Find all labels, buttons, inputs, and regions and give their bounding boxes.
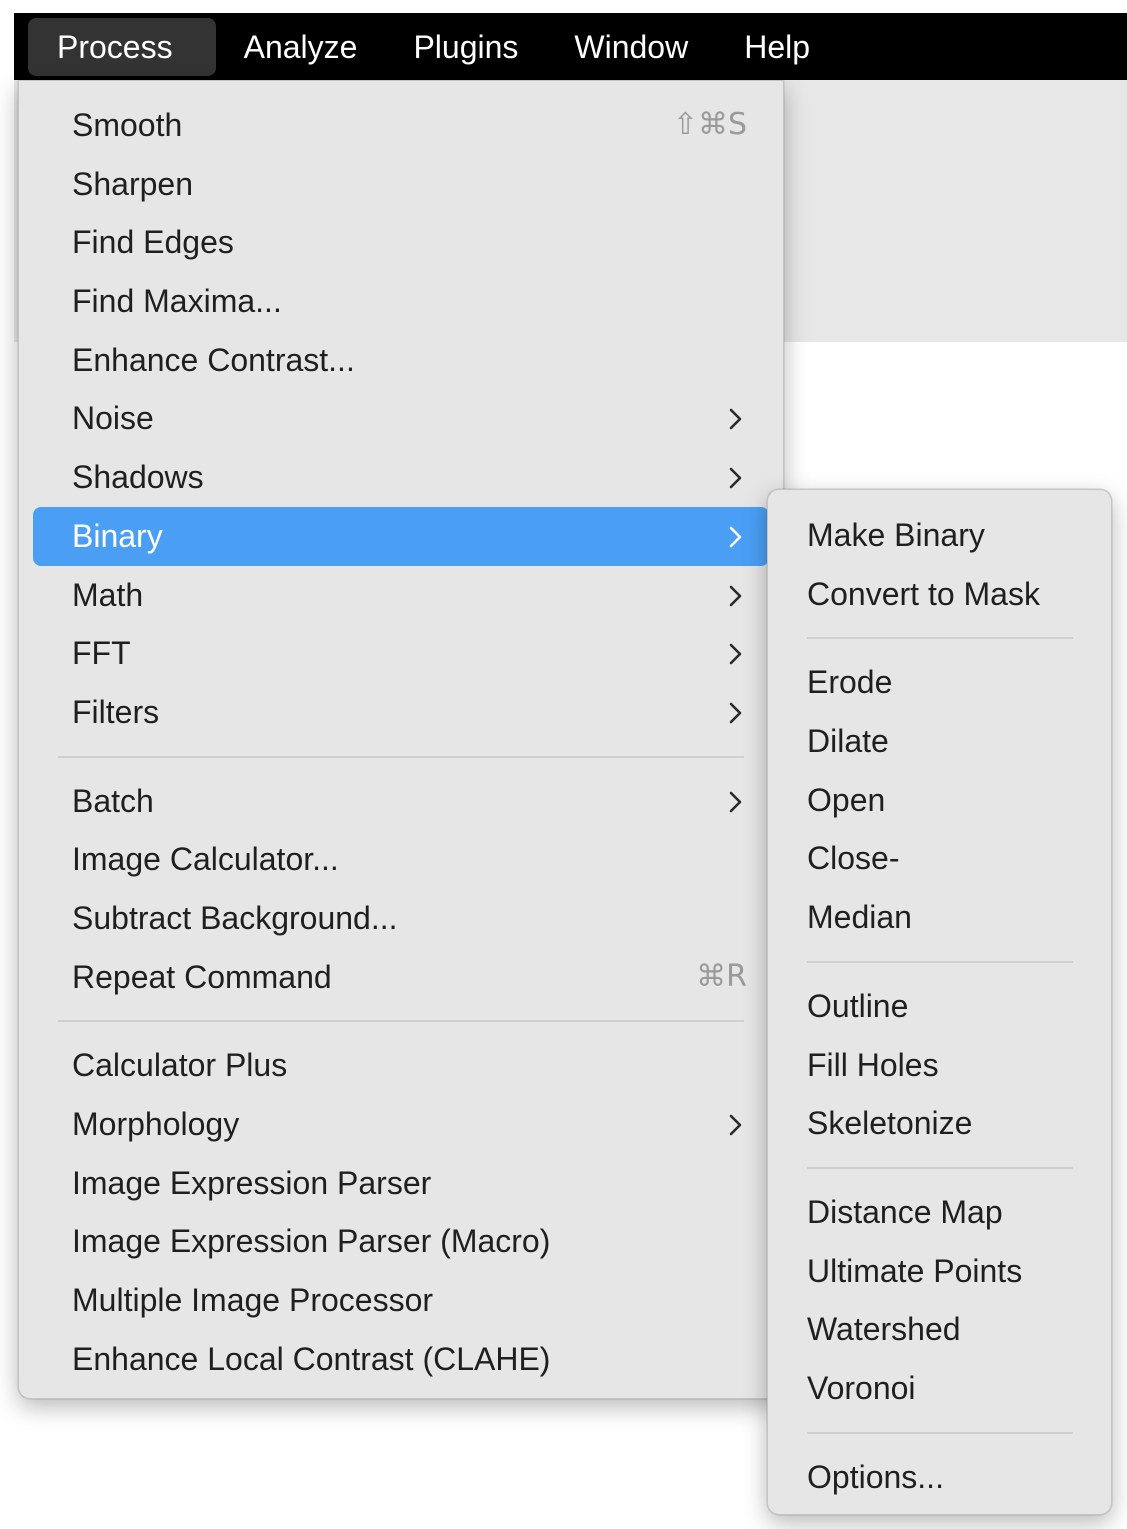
- menu-item-find-maxima[interactable]: Find Maxima...: [33, 272, 769, 331]
- menu-item-label: Enhance Contrast...: [72, 341, 355, 378]
- menu-item-smooth[interactable]: Smooth ⇧⌘S: [33, 96, 769, 155]
- menu-item-label: Skeletonize: [807, 1105, 973, 1142]
- menu-item-label: Multiple Image Processor: [72, 1282, 434, 1319]
- submenu-item-skeletonize[interactable]: Skeletonize: [781, 1094, 1098, 1153]
- chevron-right-icon: [727, 389, 747, 448]
- submenu-item-voronoi[interactable]: Voronoi: [781, 1359, 1098, 1418]
- submenu-item-median[interactable]: Median: [781, 888, 1098, 947]
- menu-separator: [58, 1020, 744, 1023]
- menu-item-label: Batch: [72, 782, 154, 819]
- submenu-item-outline[interactable]: Outline: [781, 977, 1098, 1036]
- menu-item-label: Dilate: [807, 723, 889, 760]
- menu-item-find-edges[interactable]: Find Edges: [33, 213, 769, 272]
- menu-item-repeat-command[interactable]: Repeat Command ⌘R: [33, 948, 769, 1007]
- menu-item-label: Sharpen: [72, 165, 193, 202]
- menu-item-image-calculator[interactable]: Image Calculator...: [33, 830, 769, 889]
- menu-item-shadows[interactable]: Shadows: [33, 448, 769, 507]
- menu-item-noise[interactable]: Noise: [33, 389, 769, 448]
- menu-item-calculator-plus[interactable]: Calculator Plus: [33, 1036, 769, 1095]
- menubar-item-help[interactable]: Help: [716, 18, 838, 76]
- menu-item-label: Ultimate Points: [807, 1252, 1023, 1289]
- menu-separator: [807, 1166, 1073, 1169]
- menu-item-label: Convert to Mask: [807, 575, 1040, 612]
- menu-item-morphology[interactable]: Morphology: [33, 1095, 769, 1154]
- submenu-item-watershed[interactable]: Watershed: [781, 1300, 1098, 1359]
- menu-item-fft[interactable]: FFT: [33, 624, 769, 683]
- submenu-item-dilate[interactable]: Dilate: [781, 712, 1098, 771]
- chevron-right-icon: [727, 448, 747, 507]
- menu-item-label: Math: [72, 576, 144, 613]
- menu-item-label: Enhance Local Contrast (CLAHE): [72, 1340, 551, 1377]
- submenu-item-distance-map[interactable]: Distance Map: [781, 1183, 1098, 1242]
- menu-bar: Process Analyze Plugins Window Help: [14, 13, 1127, 80]
- menu-item-label: Noise: [72, 400, 154, 437]
- menu-item-subtract-background[interactable]: Subtract Background...: [33, 889, 769, 948]
- chevron-right-icon: [727, 772, 747, 831]
- menu-item-image-expression-parser-macro[interactable]: Image Expression Parser (Macro): [33, 1212, 769, 1271]
- menu-item-label: Make Binary: [807, 517, 985, 553]
- process-menu: Smooth ⇧⌘S Sharpen Find Edges Find Maxima...…: [18, 80, 784, 1399]
- keyboard-shortcut: ⇧⌘S: [672, 107, 747, 142]
- menu-separator: [58, 755, 744, 758]
- keyboard-shortcut: ⌘R: [696, 958, 747, 994]
- submenu-item-close[interactable]: Close-: [781, 829, 1098, 888]
- menu-item-label: Options...: [807, 1458, 944, 1495]
- menu-item-label: Image Expression Parser (Macro): [72, 1223, 551, 1260]
- menu-item-label: Voronoi: [807, 1369, 916, 1406]
- menubar-item-plugins[interactable]: Plugins: [385, 18, 546, 76]
- menu-separator: [807, 637, 1073, 640]
- menu-item-label: Repeat Command: [72, 958, 332, 995]
- menu-item-label: Subtract Background...: [72, 899, 398, 936]
- menu-separator: [807, 1431, 1073, 1434]
- menu-item-label: FFT: [72, 635, 131, 672]
- chevron-right-icon: [727, 566, 747, 625]
- menu-item-label: Smooth: [72, 107, 183, 143]
- menu-item-label: Close-: [807, 840, 900, 877]
- chevron-right-icon: [727, 1095, 747, 1154]
- chevron-right-icon: [727, 624, 747, 683]
- menu-item-label: Shadows: [72, 459, 204, 496]
- menubar-item-window[interactable]: Window: [546, 18, 716, 76]
- menu-item-label: Find Edges: [72, 224, 234, 261]
- menu-item-label: Find Maxima...: [72, 283, 282, 320]
- submenu-item-convert-to-mask[interactable]: Convert to Mask: [781, 565, 1098, 624]
- menu-item-label: Image Expression Parser: [72, 1164, 432, 1201]
- menu-item-multiple-image-processor[interactable]: Multiple Image Processor: [33, 1271, 769, 1330]
- menu-item-label: Open: [807, 781, 886, 818]
- menu-item-label: Median: [807, 899, 912, 936]
- menu-item-label: Outline: [807, 987, 909, 1024]
- menu-item-binary[interactable]: Binary: [33, 506, 769, 566]
- menu-item-math[interactable]: Math: [33, 566, 769, 625]
- menu-item-batch[interactable]: Batch: [33, 772, 769, 831]
- menu-item-label: Distance Map: [807, 1193, 1003, 1230]
- chevron-right-icon: [727, 507, 747, 566]
- menu-item-label: Fill Holes: [807, 1046, 939, 1083]
- menu-item-filters[interactable]: Filters: [33, 683, 769, 742]
- submenu-item-make-binary[interactable]: Make Binary: [781, 506, 1098, 565]
- menu-item-label: Binary: [72, 517, 163, 554]
- menu-item-label: Calculator Plus: [72, 1047, 288, 1084]
- menubar-item-process[interactable]: Process: [28, 17, 216, 76]
- menubar-item-analyze[interactable]: Analyze: [216, 18, 386, 76]
- submenu-item-options[interactable]: Options...: [781, 1448, 1098, 1507]
- submenu-item-open[interactable]: Open: [781, 771, 1098, 830]
- menu-item-label: Erode: [807, 664, 893, 701]
- menu-separator: [807, 960, 1073, 963]
- menu-item-image-expression-parser[interactable]: Image Expression Parser: [33, 1154, 769, 1213]
- submenu-item-ultimate-points[interactable]: Ultimate Points: [781, 1242, 1098, 1301]
- binary-submenu: Make Binary Convert to Mask Erode Dilate Ope…: [767, 489, 1112, 1515]
- menu-item-label: Filters: [72, 693, 160, 730]
- menu-item-label: Image Calculator...: [72, 841, 339, 878]
- menu-item-enhance-contrast[interactable]: Enhance Contrast...: [33, 331, 769, 390]
- menu-item-sharpen[interactable]: Sharpen: [33, 155, 769, 214]
- submenu-item-erode[interactable]: Erode: [781, 653, 1098, 712]
- submenu-item-fill-holes[interactable]: Fill Holes: [781, 1036, 1098, 1095]
- chevron-right-icon: [727, 683, 747, 742]
- menu-item-label: Watershed: [807, 1311, 961, 1348]
- menu-item-enhance-local-contrast-clahe[interactable]: Enhance Local Contrast (CLAHE): [33, 1330, 769, 1389]
- menu-item-label: Morphology: [72, 1106, 240, 1142]
